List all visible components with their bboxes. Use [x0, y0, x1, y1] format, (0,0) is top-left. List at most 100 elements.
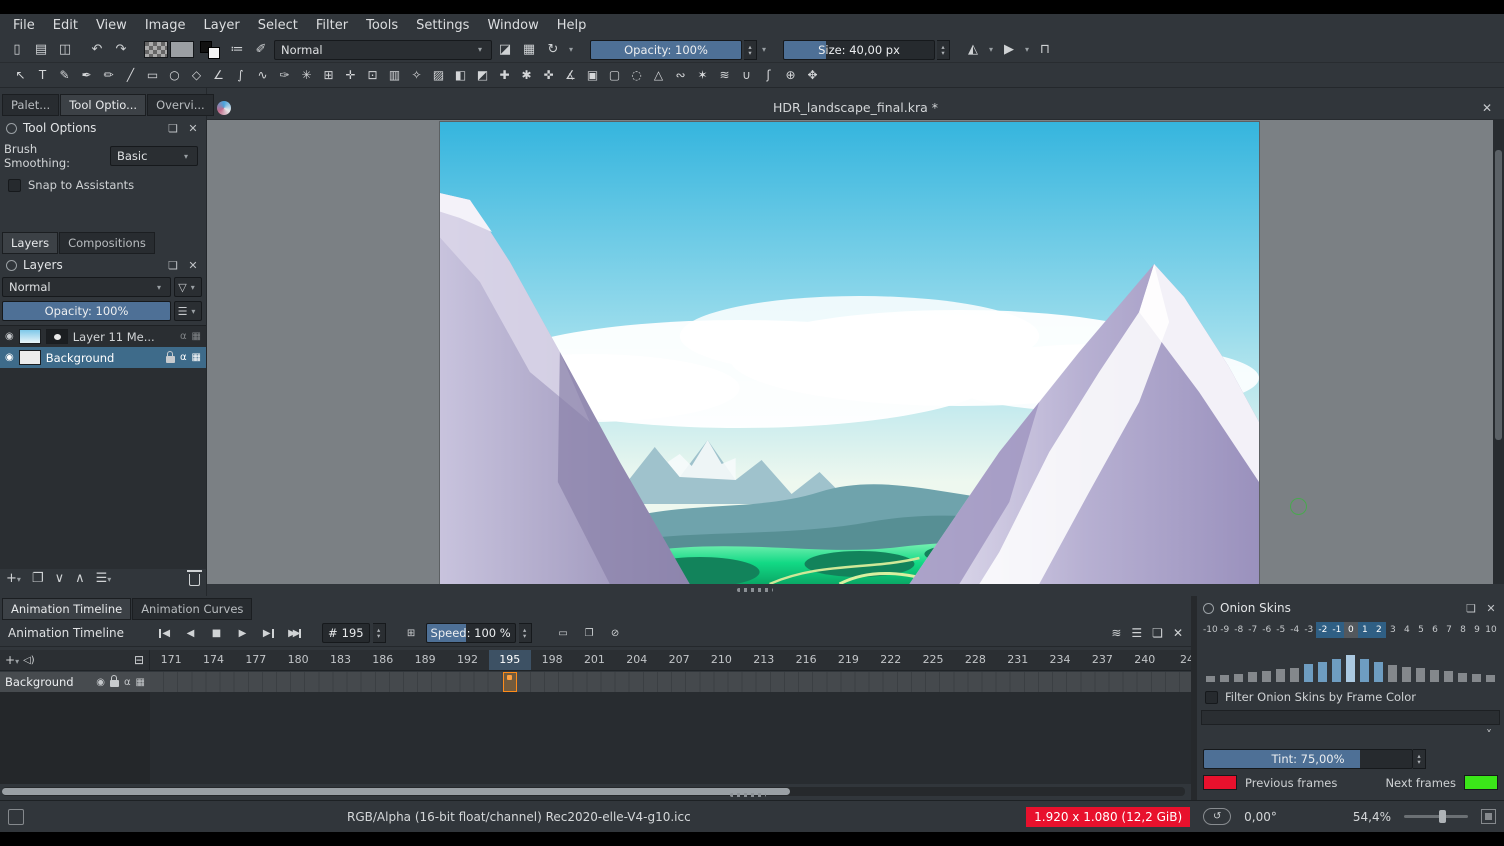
brush-presets-icon[interactable]: ≔: [226, 39, 248, 61]
close-docker-icon[interactable]: ✕: [186, 259, 200, 272]
reload-preset-icon[interactable]: ↻: [542, 39, 564, 61]
add-layer-button[interactable]: +▾: [6, 571, 21, 586]
tool-reference-images[interactable]: ▣: [582, 65, 603, 86]
onion-bar--7[interactable]: [1248, 672, 1257, 682]
layer-opacity-slider[interactable]: Opacity: 100%: [2, 301, 171, 321]
splitter-handle[interactable]: [737, 588, 773, 592]
blend-mode-combobox[interactable]: Normal ▾: [274, 40, 492, 60]
float-docker-icon[interactable]: ❏: [166, 259, 180, 272]
visibility-eye-icon[interactable]: ◉: [5, 352, 14, 363]
layer-name[interactable]: Background: [46, 351, 161, 365]
frame-180[interactable]: 180: [277, 650, 319, 670]
alpha-checker-icon[interactable]: ▦: [192, 352, 201, 363]
frame-234[interactable]: 234: [1039, 650, 1081, 670]
menu-view[interactable]: View: [87, 15, 136, 36]
onion-bar--9[interactable]: [1220, 675, 1229, 682]
zoom-slider[interactable]: [1404, 815, 1468, 818]
frame-225[interactable]: 225: [912, 650, 954, 670]
onion-offset-10[interactable]: 10: [1484, 622, 1498, 638]
onion-offset--10[interactable]: -10: [1203, 622, 1218, 638]
alpha-checker-icon[interactable]: ▦: [136, 677, 145, 688]
layer-blend-combobox[interactable]: Normal ▾: [2, 277, 171, 297]
frame-spinner[interactable]: ▴▾: [373, 623, 386, 643]
opacity-spinner[interactable]: ▴▾: [744, 40, 757, 60]
onion-offset-5[interactable]: 5: [1414, 622, 1428, 638]
wrap-around-icon[interactable]: ▶: [998, 39, 1020, 61]
reset-rotation-button[interactable]: ↺: [1203, 808, 1231, 825]
snap-to-assistants-checkbox[interactable]: [8, 179, 21, 192]
onion-offset--7[interactable]: -7: [1246, 622, 1260, 638]
scrollbar-handle[interactable]: [1495, 150, 1502, 440]
current-frame-spinbox[interactable]: # 195: [322, 623, 370, 643]
move-layer-down-button[interactable]: ∨: [55, 571, 65, 586]
tool-pan[interactable]: ✥: [802, 65, 823, 86]
onion-skin-toggle-icon[interactable]: ≋: [1111, 626, 1121, 640]
onion-bar-8[interactable]: [1458, 673, 1467, 682]
audio-button[interactable]: ◁): [23, 655, 35, 666]
tool-shape-select[interactable]: ↖: [10, 65, 31, 86]
eraser-mode-icon[interactable]: ◪: [494, 39, 516, 61]
frame-228[interactable]: 228: [954, 650, 996, 670]
remove-frame-button[interactable]: ⊘: [604, 622, 627, 644]
menu-filter[interactable]: Filter: [307, 15, 357, 36]
tool-ellipse-select[interactable]: ◌: [626, 65, 647, 86]
duplicate-layer-button[interactable]: ❐: [32, 571, 44, 586]
onion-offset-9[interactable]: 9: [1470, 622, 1484, 638]
timeline-horizontal-scrollbar[interactable]: [2, 787, 1185, 796]
float-docker-icon[interactable]: ❏: [166, 122, 180, 135]
tool-bezier-select[interactable]: ʃ: [758, 65, 779, 86]
tool-polygon[interactable]: ◇: [186, 65, 207, 86]
float-docker-icon[interactable]: ❏: [1152, 626, 1163, 640]
tool-smart-patch[interactable]: ✚: [494, 65, 515, 86]
frame-range-icon[interactable]: ⊟: [134, 653, 144, 667]
onion-bar-1[interactable]: [1360, 659, 1369, 682]
onion-offset-2[interactable]: 2: [1372, 622, 1386, 638]
brush-smoothing-combobox[interactable]: Basic ▾: [110, 146, 198, 166]
tool-freehand-brush[interactable]: ✏: [98, 65, 119, 86]
open-document-icon[interactable]: ▤: [30, 39, 52, 61]
lock-icon[interactable]: [110, 680, 119, 687]
chevron-down-icon[interactable]: ▾: [1022, 45, 1032, 54]
tool-zoom[interactable]: ⊕: [780, 65, 801, 86]
frame-186[interactable]: 186: [362, 650, 404, 670]
layer-name[interactable]: Layer 11 Me...: [73, 330, 175, 344]
mask-thumbnail[interactable]: [46, 329, 68, 344]
onion-offset--1[interactable]: -1: [1330, 622, 1344, 638]
opacity-slider[interactable]: Opacity: 100%: [590, 40, 742, 60]
tool-gradient[interactable]: ▥: [384, 65, 405, 86]
delete-layer-button[interactable]: [189, 574, 200, 586]
tool-bezier-curve[interactable]: ∫: [230, 65, 251, 86]
frame-actions-button[interactable]: ▭: [552, 622, 575, 644]
tool-crop[interactable]: ⊡: [362, 65, 383, 86]
speed-spinner[interactable]: ▴▾: [519, 623, 532, 643]
frame-210[interactable]: 210: [700, 650, 742, 670]
tool-contiguous-select[interactable]: ✶: [692, 65, 713, 86]
frame-198[interactable]: 198: [531, 650, 573, 670]
chevron-down-icon[interactable]: ▾: [566, 45, 576, 54]
close-docker-icon[interactable]: ✕: [1173, 626, 1183, 640]
tool-freehand-path[interactable]: ∿: [252, 65, 273, 86]
frame-204[interactable]: 204: [616, 650, 658, 670]
onion-bar-7[interactable]: [1444, 671, 1453, 682]
tool-polyline[interactable]: ∠: [208, 65, 229, 86]
menu-file[interactable]: File: [4, 15, 44, 36]
copy-frame-button[interactable]: ❐: [578, 622, 601, 644]
onion-bar-10[interactable]: [1486, 675, 1495, 682]
layer-filter-button[interactable]: ▽▾: [174, 277, 202, 297]
skip-to-end-button[interactable]: ▶▶: [283, 622, 306, 644]
tool-color-sampler[interactable]: ✧: [406, 65, 427, 86]
menu-window[interactable]: Window: [478, 15, 547, 36]
onion-offset-3[interactable]: 3: [1386, 622, 1400, 638]
splitter-handle[interactable]: [730, 793, 766, 797]
menu-tools[interactable]: Tools: [357, 15, 407, 36]
tint-spinner[interactable]: ▴▾: [1413, 749, 1426, 769]
tool-dynamic-brush[interactable]: ✑: [274, 65, 295, 86]
layer-thumbnail[interactable]: [19, 350, 41, 365]
frame-171[interactable]: 171: [150, 650, 192, 670]
onion-bar--5[interactable]: [1276, 669, 1285, 682]
drop-frames-icon[interactable]: ⊞: [400, 622, 423, 644]
tab-animation-timeline[interactable]: Animation Timeline: [2, 598, 131, 620]
tool-rectangle[interactable]: ▭: [142, 65, 163, 86]
onion-bar--10[interactable]: [1206, 676, 1215, 682]
alpha-checker-icon[interactable]: ▦: [192, 331, 201, 342]
